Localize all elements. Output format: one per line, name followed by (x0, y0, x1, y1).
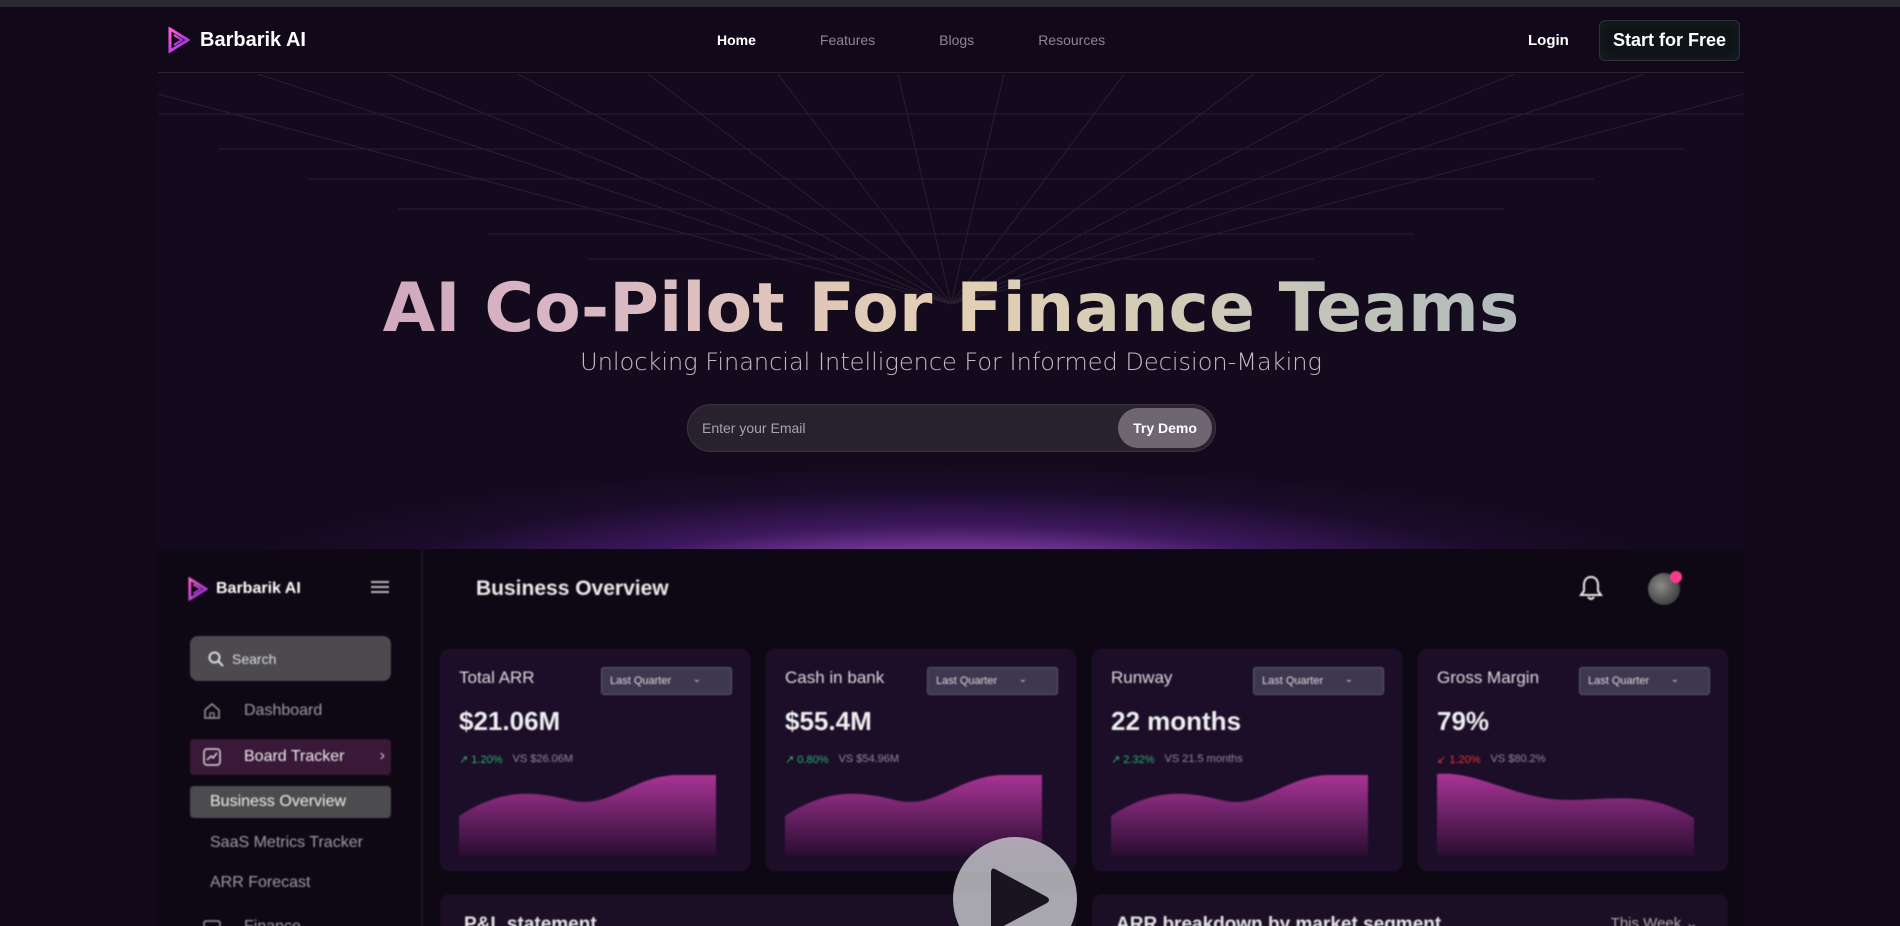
card-delta: ↗ 0.80% VS $54.96M (785, 753, 900, 766)
card-title: Total ARR (459, 668, 535, 687)
hero-section: AI Co-Pilot For Finance Teams Unlocking … (158, 74, 1744, 549)
sidebar-item-label: Finance (244, 918, 301, 926)
trend-up-icon: ↗ 2.32% (1111, 754, 1155, 766)
try-demo-button[interactable]: Try Demo (1118, 408, 1212, 448)
sidebar-item-dashboard[interactable]: Dashboard (190, 693, 391, 729)
sidebar-brand-name: Barbarik AI (216, 580, 301, 597)
brand[interactable]: Barbarik AI (168, 27, 306, 53)
chevron-right-icon: › (379, 747, 385, 764)
metric-card-gross-margin: Gross Margin Last Quarter ⌄ 79% ↙ 1.20% VS… (1418, 649, 1728, 871)
chevron-down-icon: ⌄ (1018, 674, 1027, 685)
metric-card-total-arr: Total ARR Last Quarter ⌄ $21.06M ↗ 1.20% V… (440, 649, 750, 871)
chevron-down-icon: ⌄ (1344, 674, 1353, 685)
card-value: $21.06M (459, 706, 561, 736)
chart-icon (202, 747, 222, 767)
card-delta: ↙ 1.20% VS $80.2% (1437, 753, 1546, 766)
login-link[interactable]: Login (1528, 32, 1569, 49)
sidebar-item-finance[interactable]: Finance (190, 909, 391, 926)
card-delta: ↗ 1.20% VS $26.06M (459, 753, 574, 766)
nav-link-home[interactable]: Home (717, 32, 756, 48)
chevron-down-icon: ⌄ (1670, 674, 1679, 685)
dashboard-preview: Barbarik AI Search Dashboard Board Track… (158, 549, 1744, 926)
barbarik-logo-icon (168, 27, 190, 53)
nav-link-blogs[interactable]: Blogs (939, 32, 974, 48)
start-for-free-button[interactable]: Start for Free (1599, 20, 1740, 61)
home-icon (202, 701, 222, 721)
sidebar-subitem-arr-forecast[interactable]: ARR Forecast (190, 867, 391, 899)
nav-links: Home Features Blogs Resources (717, 32, 1105, 48)
browser-top-strip (0, 0, 1900, 7)
dashboard-sidebar: Barbarik AI Search Dashboard Board Track… (158, 549, 423, 926)
email-input[interactable] (702, 405, 1102, 451)
top-navigation: Barbarik AI Home Features Blogs Resource… (158, 7, 1744, 73)
sidebar-item-board-tracker[interactable]: Board Tracker › (190, 739, 391, 775)
period-dropdown[interactable]: This Week ⌄ (1611, 914, 1698, 926)
card-value: 22 months (1111, 706, 1242, 736)
metric-card-runway: Runway Last Quarter ⌄ 22 months ↗ 2.32% VS… (1092, 649, 1402, 871)
search-placeholder: Search (232, 650, 277, 667)
barbarik-logo-icon (188, 576, 208, 602)
arr-breakdown-card: ARR breakdown by market segment This Wee… (1092, 894, 1728, 926)
period-dropdown[interactable]: Last Quarter ⌄ (1579, 667, 1710, 695)
sidebar-subitem-saas-metrics[interactable]: SaaS Metrics Tracker (190, 827, 391, 859)
period-dropdown[interactable]: Last Quarter ⌄ (1253, 667, 1384, 695)
card-value: 79% (1437, 706, 1490, 736)
card-title: Runway (1111, 668, 1173, 687)
trend-up-icon: ↗ 0.80% (785, 754, 829, 766)
metric-card-cash-in-bank: Cash in bank Last Quarter ⌄ $55.4M ↗ 0.80… (766, 649, 1076, 871)
sidebar-item-label: Dashboard (244, 702, 323, 719)
notification-dot (1670, 571, 1682, 583)
brand-name: Barbarik AI (200, 28, 306, 51)
card-title: Gross Margin (1437, 668, 1540, 687)
hamburger-menu-icon[interactable] (371, 581, 389, 595)
card-delta: ↗ 2.32% VS 21.5 months (1111, 753, 1243, 766)
sidebar-subitem-business-overview[interactable]: Business Overview (190, 786, 391, 818)
email-signup-form: Try Demo (687, 404, 1216, 452)
sidebar-search[interactable]: Search (190, 636, 391, 681)
card-title: Cash in bank (785, 668, 885, 687)
dashboard-title: Business Overview (476, 577, 669, 600)
notification-bell-icon[interactable] (1578, 574, 1604, 602)
nav-link-resources[interactable]: Resources (1038, 32, 1105, 48)
sparkline-chart (1111, 775, 1368, 856)
trend-up-icon: ↗ 1.20% (459, 754, 503, 766)
nav-link-features[interactable]: Features (820, 32, 875, 48)
card-title: ARR breakdown by market segment (1116, 914, 1442, 926)
chevron-down-icon: ⌄ (692, 674, 701, 685)
sparkline-chart (1437, 773, 1694, 856)
period-dropdown[interactable]: Last Quarter ⌄ (927, 667, 1058, 695)
user-avatar[interactable] (1648, 571, 1682, 605)
trend-down-icon: ↙ 1.20% (1437, 754, 1481, 766)
period-dropdown[interactable]: Last Quarter ⌄ (601, 667, 732, 695)
card-value: $55.4M (785, 706, 872, 736)
finance-icon (202, 917, 222, 926)
play-icon (991, 868, 1049, 926)
sidebar-item-label: Board Tracker (244, 748, 345, 765)
card-title: P&L statement (464, 914, 597, 926)
hero-subtitle: Unlocking Financial Intelligence For Inf… (580, 348, 1322, 376)
hero-title: AI Co-Pilot For Finance Teams (158, 269, 1744, 348)
search-icon (208, 651, 224, 667)
sparkline-chart (459, 775, 716, 856)
sidebar-brand: Barbarik AI (188, 572, 301, 606)
